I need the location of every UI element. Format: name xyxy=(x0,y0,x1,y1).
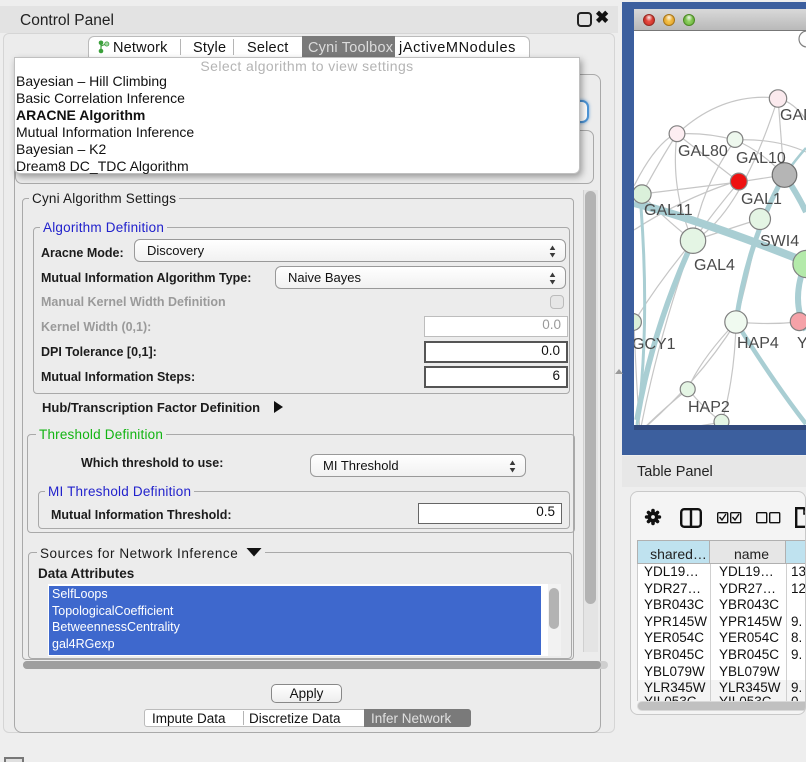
svg-text:GCY1: GCY1 xyxy=(634,336,676,353)
svg-text:GAL1: GAL1 xyxy=(741,191,782,208)
svg-text:HAP2: HAP2 xyxy=(688,399,730,416)
svg-text:GAL10: GAL10 xyxy=(736,150,786,167)
svg-text:YM: YM xyxy=(797,335,806,352)
svg-text:GAL7: GAL7 xyxy=(780,107,806,124)
svg-text:HAP4: HAP4 xyxy=(737,335,779,352)
svg-text:GAL4: GAL4 xyxy=(694,257,735,274)
svg-text:GAL80: GAL80 xyxy=(678,143,728,160)
svg-text:SWI4: SWI4 xyxy=(760,233,799,250)
svg-text:GAL11: GAL11 xyxy=(644,202,693,219)
